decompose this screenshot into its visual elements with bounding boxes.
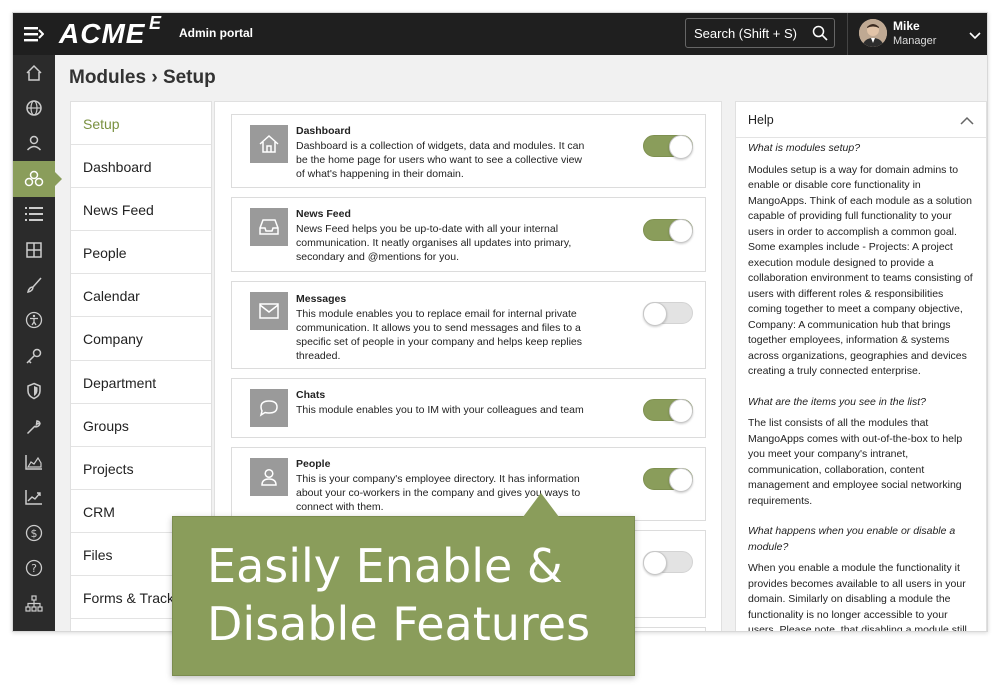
svg-text:$: $ bbox=[31, 527, 38, 540]
subnav-item-setup[interactable]: Setup bbox=[71, 102, 211, 146]
module-card-news-feed: News Feed News Feed helps you be up-to-d… bbox=[231, 197, 706, 272]
shield-icon[interactable] bbox=[13, 374, 55, 409]
toggle-knob bbox=[669, 399, 693, 423]
user-role: Manager bbox=[893, 35, 937, 47]
user-icon[interactable] bbox=[13, 126, 55, 161]
subnav-item-projects[interactable]: Projects bbox=[71, 447, 211, 490]
module-card-people: People This is your company's employee d… bbox=[231, 447, 706, 521]
home-icon[interactable] bbox=[13, 55, 55, 90]
menu-icon[interactable] bbox=[13, 13, 55, 55]
user-name[interactable]: Mike bbox=[893, 19, 920, 33]
area-chart-icon[interactable] bbox=[13, 444, 55, 479]
subnav-item-calendar[interactable]: Calendar bbox=[71, 274, 211, 318]
envelope-icon bbox=[250, 292, 288, 330]
toggle-knob bbox=[669, 135, 693, 159]
svg-text:?: ? bbox=[31, 562, 37, 575]
help-answer: The list consists of all the modules tha… bbox=[748, 417, 963, 507]
help-answer: When you enable a module the functionali… bbox=[748, 562, 967, 632]
callout-line-1: Easily Enable & bbox=[207, 539, 563, 593]
toggle-knob bbox=[643, 302, 667, 326]
page-title: Modules › Setup bbox=[69, 67, 216, 88]
left-rail: $ ? bbox=[13, 55, 62, 631]
portal-label: Admin portal bbox=[179, 26, 253, 40]
chevron-up-icon[interactable] bbox=[960, 114, 974, 128]
subnav-item-company[interactable]: Company bbox=[71, 317, 211, 361]
home-icon bbox=[250, 125, 288, 163]
help-body: What is modules setup? Modules setup is … bbox=[736, 138, 986, 632]
module-title: Messages bbox=[296, 293, 347, 305]
module-title: Dashboard bbox=[296, 125, 351, 137]
search-icon[interactable] bbox=[812, 25, 828, 44]
module-toggle-chats[interactable] bbox=[643, 399, 693, 423]
toggle-knob bbox=[669, 468, 693, 492]
inbox-icon bbox=[250, 208, 288, 246]
module-toggle-messages[interactable] bbox=[643, 302, 693, 326]
module-title: People bbox=[296, 458, 331, 470]
subnav-item-news-feed[interactable]: News Feed bbox=[71, 188, 211, 232]
header-divider bbox=[847, 13, 848, 55]
chevron-down-icon[interactable] bbox=[969, 27, 981, 45]
subnav-item-groups[interactable]: Groups bbox=[71, 404, 211, 447]
module-title: Chats bbox=[296, 389, 326, 401]
toggle-knob bbox=[669, 219, 693, 243]
subnav-item-people[interactable]: People bbox=[71, 231, 211, 275]
top-bar: ACME E Admin portal Search (Shift + S) M… bbox=[13, 13, 987, 55]
accessibility-icon[interactable] bbox=[13, 303, 55, 338]
wrench-icon[interactable] bbox=[13, 409, 55, 444]
brush-icon[interactable] bbox=[13, 267, 55, 302]
help-question: What are the items you see in the list? bbox=[748, 395, 927, 408]
module-toggle-news-feed[interactable] bbox=[643, 219, 693, 243]
help-question: What happens when you enable or disable … bbox=[748, 525, 956, 553]
module-description: This module enables you to IM with your … bbox=[296, 404, 584, 416]
modules-icon[interactable] bbox=[13, 161, 62, 197]
key-icon[interactable] bbox=[13, 338, 55, 373]
help-title: Help bbox=[748, 113, 774, 127]
person-icon bbox=[250, 458, 288, 496]
help-icon[interactable]: ? bbox=[13, 550, 55, 585]
list-icon[interactable] bbox=[13, 197, 55, 232]
help-panel: Help What is modules setup? Modules setu… bbox=[735, 101, 987, 632]
subnav-item-department[interactable]: Department bbox=[71, 361, 211, 404]
module-description: This module enables you to replace email… bbox=[296, 308, 583, 362]
module-toggle-hidden[interactable] bbox=[643, 551, 693, 575]
chat-icon bbox=[250, 389, 288, 427]
callout-line-2: Disable Features bbox=[207, 597, 591, 651]
globe-icon[interactable] bbox=[13, 90, 55, 125]
search-box[interactable]: Search (Shift + S) bbox=[685, 18, 835, 48]
org-chart-icon[interactable] bbox=[13, 586, 55, 621]
module-card-dashboard: Dashboard Dashboard is a collection of w… bbox=[231, 114, 706, 188]
module-card-messages: Messages This module enables you to repl… bbox=[231, 281, 706, 369]
help-answer: Modules setup is a way for domain admins… bbox=[748, 163, 973, 378]
module-toggle-dashboard[interactable] bbox=[643, 135, 693, 159]
feature-callout: Easily Enable & Disable Features bbox=[172, 493, 635, 676]
search-label: Search (Shift + S) bbox=[694, 26, 797, 41]
trend-chart-icon[interactable] bbox=[13, 480, 55, 515]
help-question: What is modules setup? bbox=[748, 142, 861, 154]
grid-icon[interactable] bbox=[13, 232, 55, 267]
module-description: News Feed helps you be up-to-date with a… bbox=[296, 223, 572, 263]
toggle-knob bbox=[643, 551, 667, 575]
acme-logo[interactable]: ACME bbox=[59, 18, 145, 50]
logo-mark: E bbox=[149, 13, 162, 33]
module-title: News Feed bbox=[296, 208, 351, 220]
module-card-chats: Chats This module enables you to IM with… bbox=[231, 378, 706, 438]
help-header[interactable]: Help bbox=[736, 102, 986, 138]
callout-text: Easily Enable & Disable Features bbox=[207, 537, 590, 653]
dollar-icon[interactable]: $ bbox=[13, 515, 55, 550]
module-description: Dashboard is a collection of widgets, da… bbox=[296, 140, 585, 180]
subnav-item-dashboard[interactable]: Dashboard bbox=[71, 145, 211, 189]
module-toggle-people[interactable] bbox=[643, 468, 693, 492]
avatar[interactable] bbox=[859, 19, 887, 47]
